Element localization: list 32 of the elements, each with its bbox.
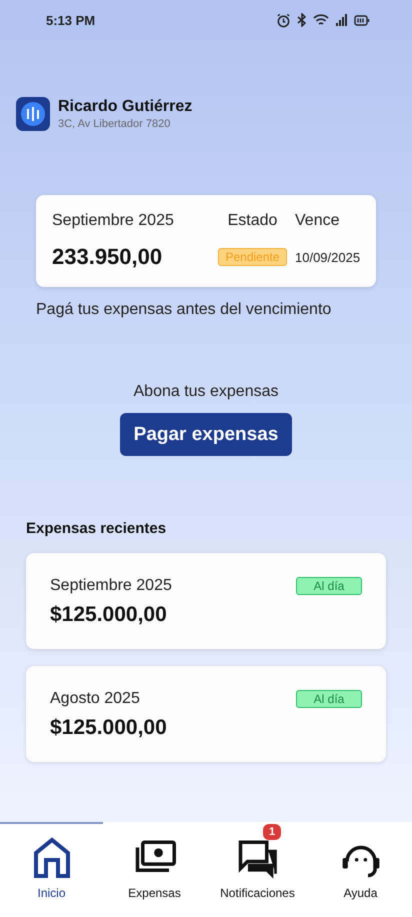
wifi-icon xyxy=(313,14,329,26)
expense-period: Septiembre 2025 xyxy=(50,577,172,595)
due-hint: Pagá tus expensas antes del vencimiento xyxy=(36,301,332,319)
status-tag: Pendiente xyxy=(218,248,287,266)
user-name: Ricardo Gutiérrez xyxy=(58,98,192,116)
user-address: 3C, Av Libertador 7820 xyxy=(58,118,172,130)
expense-amount: $125.000,00 xyxy=(49,602,168,628)
battery-icon xyxy=(354,14,370,26)
due-label: Vence xyxy=(295,212,340,230)
nav-tab[interactable]: Expensas xyxy=(103,822,206,917)
bill-amount: 233.950,00 xyxy=(52,244,164,270)
nav-tab[interactable]: Ayuda xyxy=(309,822,412,917)
pay-button[interactable]: Pagar expensas xyxy=(120,413,292,456)
status-label: Estado xyxy=(228,212,278,230)
expense-card[interactable]: Agosto 2025 Al día $125.000,00 xyxy=(26,666,386,762)
expense-card[interactable]: Septiembre 2025 Al día $125.000,00 xyxy=(26,553,386,649)
pay-prompt: Abona tus expensas xyxy=(132,383,280,401)
app-logo xyxy=(16,97,50,131)
expense-amount: $125.000,00 xyxy=(49,715,168,741)
notification-badge: 1 xyxy=(263,824,282,840)
period-label: Septiembre 2025 xyxy=(52,212,174,230)
status-tag: Al día xyxy=(296,577,362,595)
expense-period: Agosto 2025 xyxy=(50,690,140,708)
section-title: Expensas recientes xyxy=(26,520,168,537)
alarm-icon xyxy=(276,12,291,28)
status-time: 5:13 PM xyxy=(46,12,96,28)
due-date: 10/09/2025 xyxy=(295,250,362,264)
nav-tab[interactable]: Notificaciones 1 xyxy=(206,822,309,917)
signal-icon xyxy=(335,14,348,26)
nav-tab[interactable]: Inicio xyxy=(0,822,103,917)
status-tag: Al día xyxy=(296,690,362,708)
bluetooth-icon xyxy=(297,13,307,27)
